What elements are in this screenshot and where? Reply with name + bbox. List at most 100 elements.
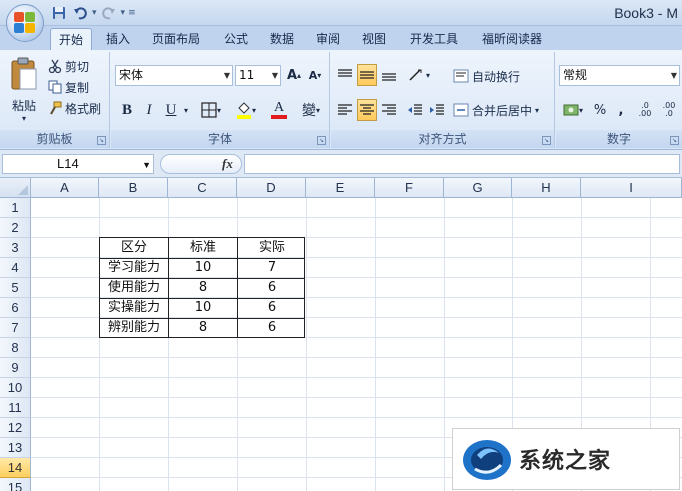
row-header-9[interactable]: 9 bbox=[0, 358, 31, 378]
column-header-d[interactable]: D bbox=[237, 178, 306, 198]
cell-b5[interactable]: 使用能力 bbox=[100, 278, 168, 298]
percent-button[interactable]: % bbox=[590, 99, 610, 121]
tab-home[interactable]: 开始 bbox=[50, 28, 93, 50]
name-box[interactable]: L14 ▼ bbox=[2, 154, 154, 174]
wrap-text-button[interactable]: 自动换行 bbox=[453, 66, 520, 86]
underline-button[interactable]: U bbox=[161, 99, 181, 121]
orientation-dropdown-icon: ▾ bbox=[425, 70, 430, 80]
row-header-3[interactable]: 3 bbox=[0, 238, 31, 258]
copy-button[interactable]: 复制 bbox=[48, 77, 89, 97]
decrease-decimal-button[interactable]: .00 .0 bbox=[658, 99, 680, 121]
font-color-button[interactable]: A bbox=[264, 99, 294, 121]
column-header-e[interactable]: E bbox=[306, 178, 375, 198]
cell-b7[interactable]: 辨别能力 bbox=[100, 318, 168, 338]
tab-view[interactable]: 视图 bbox=[354, 28, 394, 50]
column-header-b[interactable]: B bbox=[99, 178, 168, 198]
formula-input[interactable] bbox=[244, 154, 680, 174]
format-painter-button[interactable]: 格式刷 bbox=[48, 98, 101, 118]
cell-c3[interactable]: 标准 bbox=[169, 238, 237, 258]
row-header-4[interactable]: 4 bbox=[0, 258, 31, 278]
number-launcher-icon[interactable]: ↘ bbox=[670, 136, 679, 145]
cell-d7[interactable]: 6 bbox=[238, 318, 306, 338]
fill-color-button[interactable]: ▾ bbox=[231, 99, 261, 121]
italic-button[interactable]: I bbox=[139, 99, 159, 121]
font-launcher-icon[interactable]: ↘ bbox=[317, 136, 326, 145]
column-header-c[interactable]: C bbox=[168, 178, 237, 198]
merge-center-button[interactable]: 合并后居中 ▾ bbox=[453, 100, 539, 120]
decrease-indent-button[interactable] bbox=[405, 99, 425, 121]
row-header-14[interactable]: 14 bbox=[0, 458, 31, 478]
align-middle-button[interactable] bbox=[357, 64, 377, 86]
phonetic-button[interactable]: 變 ▾ bbox=[297, 99, 325, 121]
redo-dropdown-icon[interactable]: ▾ bbox=[121, 8, 126, 18]
column-header-h[interactable]: H bbox=[512, 178, 581, 198]
grow-font-button[interactable]: A ▴ bbox=[284, 64, 304, 86]
font-name-combo[interactable]: 宋体 ▼ bbox=[115, 65, 233, 86]
cut-button[interactable]: 剪切 bbox=[48, 56, 89, 76]
customize-qat-icon[interactable]: ≡ bbox=[128, 8, 136, 18]
cell-d4[interactable]: 7 bbox=[238, 258, 306, 278]
cell-b6[interactable]: 实操能力 bbox=[100, 298, 168, 318]
align-right-button[interactable] bbox=[379, 99, 399, 121]
tab-foxit-reader[interactable]: 福昕阅读器 bbox=[474, 28, 550, 50]
align-left-button[interactable] bbox=[335, 99, 355, 121]
paste-button[interactable]: 粘贴 ▾ bbox=[4, 54, 44, 126]
font-size-combo[interactable]: 11 ▼ bbox=[235, 65, 281, 86]
cell-d5[interactable]: 6 bbox=[238, 278, 306, 298]
redo-button[interactable] bbox=[100, 4, 118, 22]
formula-bar: L14 ▼ fx bbox=[0, 150, 682, 178]
tab-data[interactable]: 数据 bbox=[262, 28, 302, 50]
select-all-corner[interactable] bbox=[0, 178, 31, 198]
increase-decimal-button[interactable]: .0 .00 bbox=[634, 99, 656, 121]
cell-c4[interactable]: 10 bbox=[169, 258, 237, 278]
row-header-12[interactable]: 12 bbox=[0, 418, 31, 438]
row-header-7[interactable]: 7 bbox=[0, 318, 31, 338]
row-header-8[interactable]: 8 bbox=[0, 338, 31, 358]
row-header-6[interactable]: 6 bbox=[0, 298, 31, 318]
row-header-2[interactable]: 2 bbox=[0, 218, 31, 238]
borders-button[interactable]: ▾ bbox=[196, 99, 226, 121]
column-header-a[interactable]: A bbox=[31, 178, 99, 198]
cell-d3[interactable]: 实际 bbox=[238, 238, 306, 258]
grow-font-icon: A bbox=[286, 67, 298, 83]
cell-d6[interactable]: 6 bbox=[238, 298, 306, 318]
save-button[interactable] bbox=[50, 4, 68, 22]
tab-page-layout[interactable]: 页面布局 bbox=[144, 28, 208, 50]
shrink-font-button[interactable]: A ▾ bbox=[305, 64, 325, 86]
increase-indent-button[interactable] bbox=[427, 99, 447, 121]
orientation-button[interactable]: ▾ bbox=[405, 64, 433, 86]
paste-label: 粘贴 bbox=[11, 99, 36, 113]
column-header-g[interactable]: G bbox=[444, 178, 512, 198]
insert-function-icon[interactable]: fx bbox=[222, 156, 233, 172]
tab-insert[interactable]: 插入 bbox=[98, 28, 138, 50]
align-center-button[interactable] bbox=[357, 99, 377, 121]
row-header-13[interactable]: 13 bbox=[0, 438, 31, 458]
row-header-15[interactable]: 15 bbox=[0, 478, 31, 491]
office-button[interactable] bbox=[6, 4, 44, 42]
row-header-1[interactable]: 1 bbox=[0, 198, 31, 218]
cell-b3[interactable]: 区分 bbox=[100, 238, 168, 258]
underline-dropdown-icon[interactable]: ▾ bbox=[181, 99, 191, 121]
align-bottom-button[interactable] bbox=[379, 64, 399, 86]
bold-button[interactable]: B bbox=[117, 99, 137, 121]
tab-developer[interactable]: 开发工具 bbox=[402, 28, 466, 50]
clipboard-launcher-icon[interactable]: ↘ bbox=[97, 136, 106, 145]
cell-c7[interactable]: 8 bbox=[169, 318, 237, 338]
row-header-5[interactable]: 5 bbox=[0, 278, 31, 298]
alignment-launcher-icon[interactable]: ↘ bbox=[542, 136, 551, 145]
align-top-button[interactable] bbox=[335, 64, 355, 86]
tab-formulas[interactable]: 公式 bbox=[216, 28, 256, 50]
comma-button[interactable]: , bbox=[612, 99, 630, 121]
cell-c5[interactable]: 8 bbox=[169, 278, 237, 298]
accounting-format-button[interactable]: ▾ bbox=[559, 99, 587, 121]
cell-c6[interactable]: 10 bbox=[169, 298, 237, 318]
row-header-10[interactable]: 10 bbox=[0, 378, 31, 398]
undo-button[interactable] bbox=[71, 4, 89, 22]
cell-b4[interactable]: 学习能力 bbox=[100, 258, 168, 278]
column-header-i[interactable]: I bbox=[581, 178, 682, 198]
row-header-11[interactable]: 11 bbox=[0, 398, 31, 418]
column-header-f[interactable]: F bbox=[375, 178, 444, 198]
number-format-combo[interactable]: 常规 ▼ bbox=[559, 65, 680, 86]
undo-dropdown-icon[interactable]: ▾ bbox=[92, 8, 97, 18]
tab-review[interactable]: 审阅 bbox=[308, 28, 348, 50]
